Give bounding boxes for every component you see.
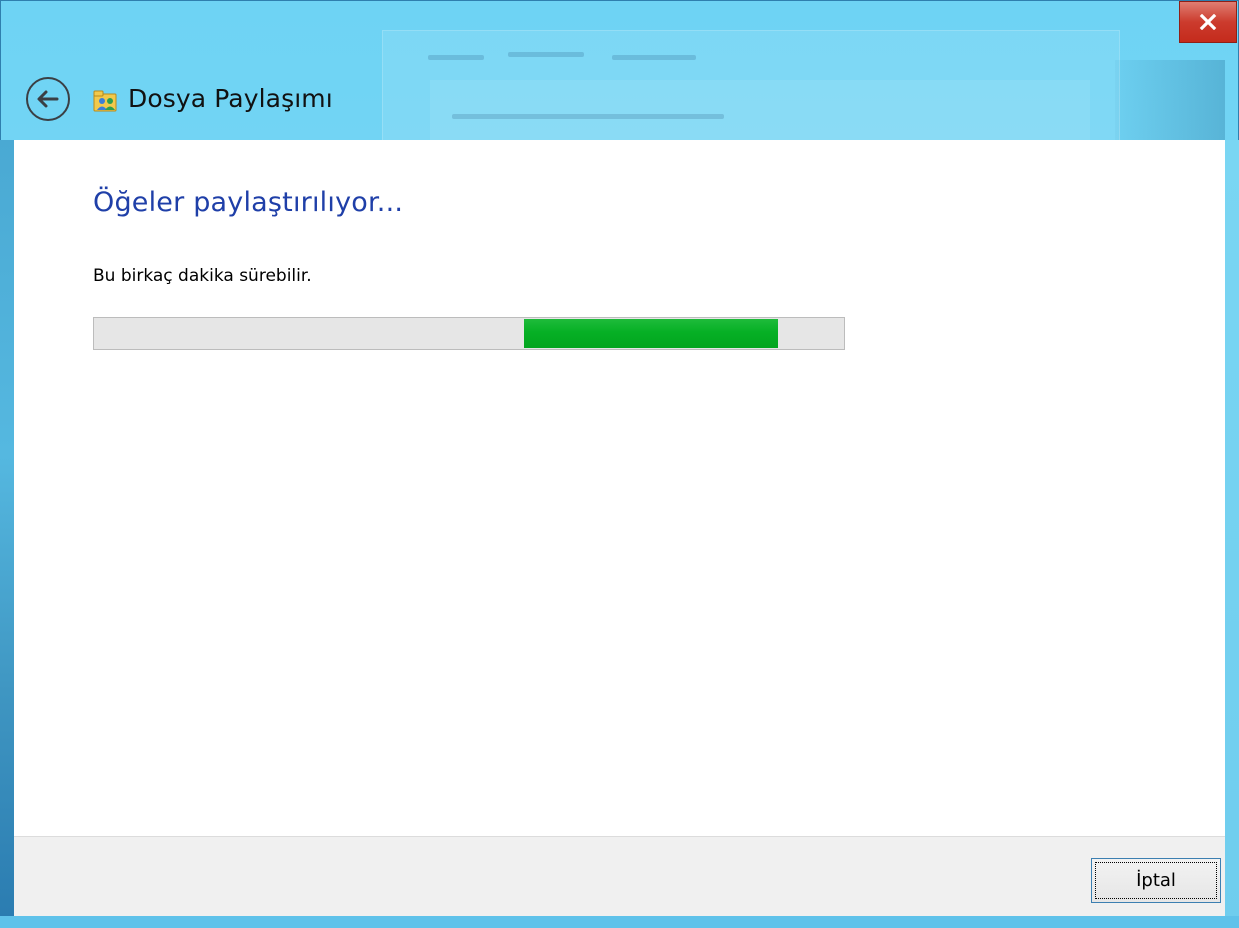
window-bottom-border [0,916,1239,928]
content-pane [14,140,1225,836]
back-arrow-icon [37,90,59,108]
back-button[interactable] [26,77,70,121]
close-button[interactable] [1179,1,1237,43]
progress-bar-chunk [524,319,778,348]
ghost-address [452,114,724,119]
background-window-ghost-pane [430,80,1090,140]
ghost-tab-3 [612,55,696,60]
page-heading: Öğeler paylaştırılıyor... [93,187,404,218]
background-window-ghost-edge [1115,60,1225,140]
ghost-tab-2 [508,52,584,57]
cancel-button[interactable]: İptal [1091,858,1221,903]
progress-bar [93,317,845,350]
focus-ring [1095,862,1217,899]
window-right-border [1225,140,1239,928]
file-sharing-icon [93,90,117,112]
ghost-tab-1 [428,55,484,60]
window-title: Dosya Paylaşımı [128,84,333,113]
window-left-border [0,140,14,928]
close-icon [1199,14,1217,30]
dialog-footer [14,836,1225,916]
status-text: Bu birkaç dakika sürebilir. [93,266,312,286]
